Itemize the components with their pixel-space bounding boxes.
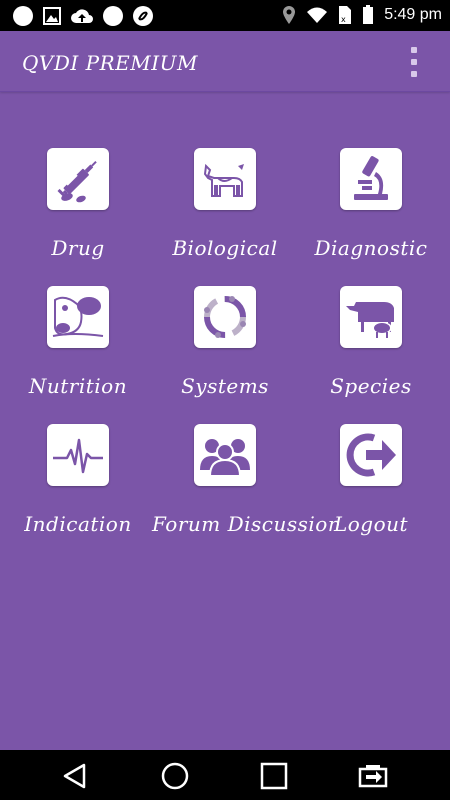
menu-tile-forum-discussion[interactable]: Forum Discussion xyxy=(152,416,342,536)
app-title: QVDI PREMIUM xyxy=(22,51,198,75)
menu-tile-label: Systems xyxy=(181,374,269,398)
nutrition-icon-box xyxy=(47,286,109,348)
menu-tile-logout[interactable]: Logout xyxy=(298,416,444,536)
cow-eating-icon xyxy=(52,296,104,337)
forum-icon-box xyxy=(194,424,256,486)
location-icon xyxy=(283,6,296,24)
drug-icon-box xyxy=(47,148,109,210)
menu-tile-diagnostic[interactable]: Diagnostic xyxy=(298,140,444,260)
app-bar: QVDI PREMIUM xyxy=(0,31,450,92)
overflow-menu-icon xyxy=(411,47,417,53)
screen-switch-icon[interactable] xyxy=(358,761,388,791)
biological-icon-box xyxy=(194,148,256,210)
cow-icon xyxy=(203,163,244,197)
heartbeat-icon xyxy=(53,438,103,474)
image-icon xyxy=(43,7,61,25)
menu-tile-label: Logout xyxy=(333,512,409,536)
menu-tile-label: Indication xyxy=(24,512,132,536)
menu-tile-nutrition[interactable]: Nutrition xyxy=(5,278,151,398)
status-bar-system: x 5:49 pm xyxy=(282,5,442,25)
menu-tile-systems[interactable]: Systems xyxy=(152,278,298,398)
menu-tile-drug[interactable]: Drug xyxy=(5,140,151,260)
group-users-icon xyxy=(200,439,250,477)
syringe-icon xyxy=(57,160,97,203)
systems-cycle-icon xyxy=(204,296,246,338)
overflow-menu-button[interactable] xyxy=(408,47,420,77)
animals-icon xyxy=(346,302,394,338)
back-icon[interactable] xyxy=(60,761,90,791)
status-bar: x 5:49 pm xyxy=(0,0,450,31)
menu-tile-indication[interactable]: Indication xyxy=(5,416,151,536)
recents-icon[interactable] xyxy=(259,761,289,791)
menu-tile-label: Species xyxy=(330,374,412,398)
sync-icon xyxy=(133,6,153,26)
notification-dot-icon xyxy=(103,6,123,26)
battery-icon xyxy=(363,5,374,24)
svg-text:x: x xyxy=(341,15,346,24)
logout-arrow-icon xyxy=(346,433,396,477)
menu-tile-biological[interactable]: Biological xyxy=(152,140,298,260)
overflow-menu-dot xyxy=(411,71,417,77)
menu-tile-label: Diagnostic xyxy=(314,236,428,260)
overflow-menu-dot xyxy=(411,59,417,65)
home-icon[interactable] xyxy=(160,761,190,791)
menu-tile-label: Drug xyxy=(51,236,105,260)
status-bar-notifications xyxy=(12,5,154,27)
menu-tile-label: Forum Discussion xyxy=(152,512,342,536)
systems-icon-box xyxy=(194,286,256,348)
menu-tile-species[interactable]: Species xyxy=(298,278,444,398)
species-icon-box xyxy=(340,286,402,348)
system-nav-bar xyxy=(0,750,450,800)
status-time: 5:49 pm xyxy=(384,6,442,23)
notification-dot-icon xyxy=(13,6,33,26)
microscope-icon xyxy=(354,156,388,200)
menu-tile-label: Nutrition xyxy=(28,374,128,398)
wifi-icon xyxy=(307,7,328,23)
cloud-upload-icon xyxy=(71,9,93,23)
indication-icon-box xyxy=(47,424,109,486)
sim-icon: x xyxy=(339,6,352,24)
logout-icon-box xyxy=(340,424,402,486)
menu-tile-label: Biological xyxy=(172,236,278,260)
diagnostic-icon-box xyxy=(340,148,402,210)
